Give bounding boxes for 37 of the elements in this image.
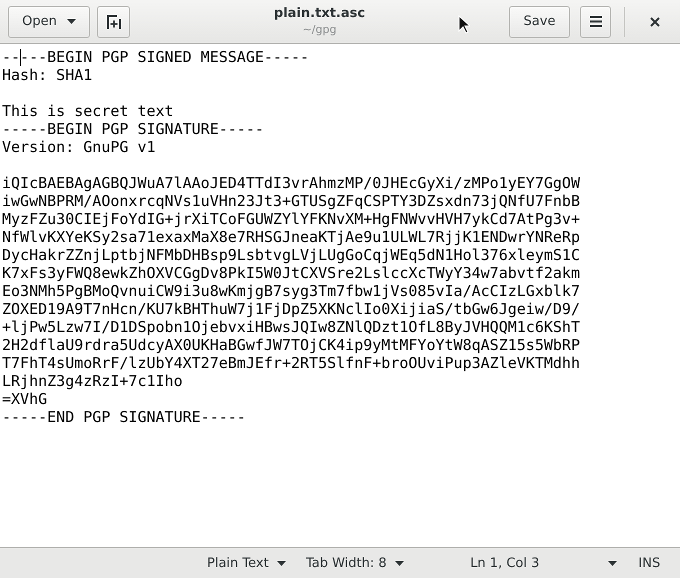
text-line: NfWlvKXYeKSy2sa71exaxMaX8e7RHSGJneaKTjAe9u1ULWL7RjjK1ENDwrYNReRp	[2, 228, 580, 246]
menu-button[interactable]	[580, 6, 611, 38]
window-subtitle: ~/gpg	[302, 22, 336, 38]
text-line: -----END PGP SIGNATURE-----	[2, 408, 246, 426]
caret-icon	[66, 19, 76, 24]
open-button[interactable]: Open	[8, 6, 90, 38]
text-line: DycHakrZZnjLptbjNFMbDHBsp9LsbtvgLVjLUgGoCqjWEq5dN1Hol376xleymS1C	[2, 246, 580, 264]
text-line: -----BEGIN PGP SIGNATURE-----	[2, 120, 264, 138]
caret-icon	[276, 560, 286, 566]
close-icon	[650, 16, 660, 26]
window-title: plain.txt.asc	[274, 6, 366, 22]
status-text: INS	[638, 556, 660, 570]
new-document-button[interactable]	[97, 6, 130, 38]
text-line: This is secret text	[2, 102, 174, 120]
menu-icon	[590, 16, 602, 27]
caret-icon	[608, 560, 618, 566]
status-dropdown[interactable]: Tab Width: 8	[304, 556, 468, 570]
text-line: +ljPw5Lzw7I/D1DSpobn1OjebvxiHBwsJQIw8ZNlQDzt1OfL8ByJVHQQM1c6KShT	[2, 318, 580, 336]
text-line: =XVhG	[2, 390, 48, 408]
text-line: Hash: SHA1	[2, 66, 92, 84]
text-line: ZOXED19A9T7nHcn/KU7kBHThuW7j1FjDpZ5XKNclIo0XijiaS/tbGw6Jgeiw/D9/	[2, 300, 580, 318]
text-line: Version: GnuPG v1	[2, 138, 156, 156]
save-button[interactable]: Save	[509, 6, 570, 38]
text-line: Eo3NMh5PgBMoQvnuiCW9i3u8wKmjgB7syg3Tm7fbw1jVs085vIa/AcCIzLGxblk7	[2, 282, 580, 300]
text-line: iwGwNBPRM/AOonxrcqNVs1uVHn23Jt3+GTUSgZFqCSPTY3DZsxdn73jQNfU7FnbB	[2, 192, 580, 210]
text-line: T7FhT4sUmoRrF/lzUbY4XT27eBmJEfr+2RT5SlfnF+broOUviPup3AZleVKTMdhh	[2, 354, 580, 372]
status-dropdown[interactable]: Plain Text	[205, 556, 304, 570]
mouse-pointer-icon	[458, 15, 470, 34]
status-text: Ln 1, Col 3	[470, 556, 540, 570]
text-line: LRjhnZ3g4zRzI+7c1Iho	[2, 372, 183, 390]
text-line: K7xFs3yFWQ8ewkZhOXVCGgDv8PkI5W0JtCXVSre2LslccXcTWyY34w7abvtf2akm	[2, 264, 580, 282]
text-line: MyzFZu30CIEjFoYdIG+jrXiTCoFGUWZYlYFKNvXM+HgFNWvvHVH7ykCd7AtPg3v+	[2, 210, 580, 228]
text-line: 2H2dflaU9rdra5UdcyAX0UKHaBGwfJW7TOjCK4ip9yMtMFYoYtW8qASZ15s5WbRP	[2, 336, 580, 354]
text-line: iQIcBAEBAgAGBQJWuA7lAAoJED4TTdI3vrAhmzMP/0JHEcGyXi/zMPo1yEY7GgOW	[2, 174, 580, 192]
new-document-icon	[106, 14, 120, 28]
status-dropdown[interactable]	[606, 560, 620, 566]
caret-icon	[394, 560, 404, 566]
